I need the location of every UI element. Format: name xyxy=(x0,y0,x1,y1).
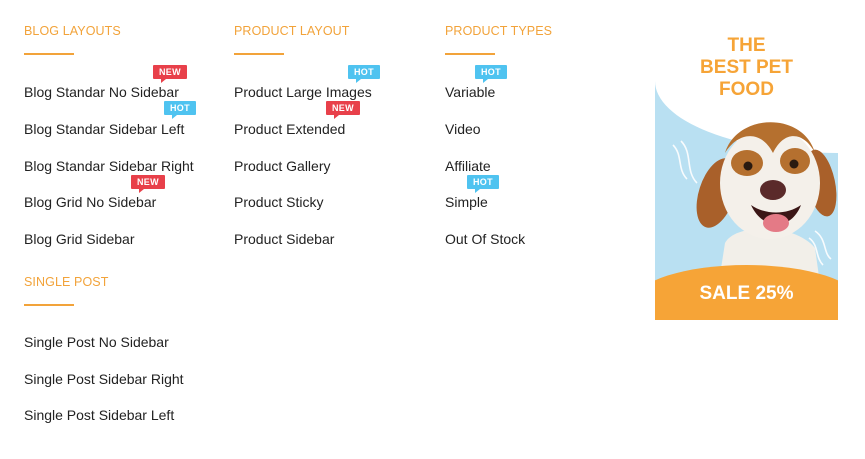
menu-link-product-large-images[interactable]: Product Large Images xyxy=(234,83,372,101)
menu-link-blog-standar-sidebar-left[interactable]: Blog Standar Sidebar Left xyxy=(24,120,184,138)
product-types-heading: PRODUCT TYPES xyxy=(445,24,553,38)
menu-link-blog-standar-sidebar-right[interactable]: Blog Standar Sidebar Right xyxy=(24,157,194,175)
single-post-heading: SINGLE POST xyxy=(24,275,109,289)
new-badge: NEW xyxy=(326,101,360,119)
menu-link-blog-grid-sidebar[interactable]: Blog Grid Sidebar xyxy=(24,230,135,248)
promo-banner[interactable]: THE BEST PET FOOD SALE 25% xyxy=(655,33,838,320)
menu-link-out-of-stock[interactable]: Out Of Stock xyxy=(445,230,525,248)
sale-label: SALE 25% xyxy=(699,283,794,304)
menu-link-product-sticky[interactable]: Product Sticky xyxy=(234,193,323,211)
menu-link-video[interactable]: Video xyxy=(445,120,481,138)
menu-link-affiliate[interactable]: Affiliate xyxy=(445,157,491,175)
menu-link-variable[interactable]: Variable xyxy=(445,83,495,101)
menu-link-blog-grid-no-sidebar[interactable]: Blog Grid No Sidebar xyxy=(24,193,156,211)
heading-underline xyxy=(234,53,284,55)
hot-badge: HOT xyxy=(475,65,507,83)
menu-link-blog-standar-no-sidebar[interactable]: Blog Standar No Sidebar xyxy=(24,83,179,101)
menu-link-single-post-sidebar-right[interactable]: Single Post Sidebar Right xyxy=(24,370,184,388)
menu-link-product-gallery[interactable]: Product Gallery xyxy=(234,157,330,175)
heading-underline xyxy=(445,53,495,55)
new-badge: NEW xyxy=(153,65,187,83)
heading-underline xyxy=(24,53,74,55)
menu-link-single-post-sidebar-left[interactable]: Single Post Sidebar Left xyxy=(24,406,174,424)
blog-layouts-heading: BLOG LAYOUTS xyxy=(24,24,121,38)
new-badge: NEW xyxy=(131,175,165,193)
menu-link-product-sidebar[interactable]: Product Sidebar xyxy=(234,230,334,248)
menu-link-single-post-no-sidebar[interactable]: Single Post No Sidebar xyxy=(24,333,169,351)
hot-badge: HOT xyxy=(467,175,499,193)
hot-badge: HOT xyxy=(164,101,196,119)
menu-link-product-extended[interactable]: Product Extended xyxy=(234,120,345,138)
menu-link-simple[interactable]: Simple xyxy=(445,193,488,211)
hot-badge: HOT xyxy=(348,65,380,83)
heading-underline xyxy=(24,304,74,306)
product-layout-heading: PRODUCT LAYOUT xyxy=(234,24,350,38)
